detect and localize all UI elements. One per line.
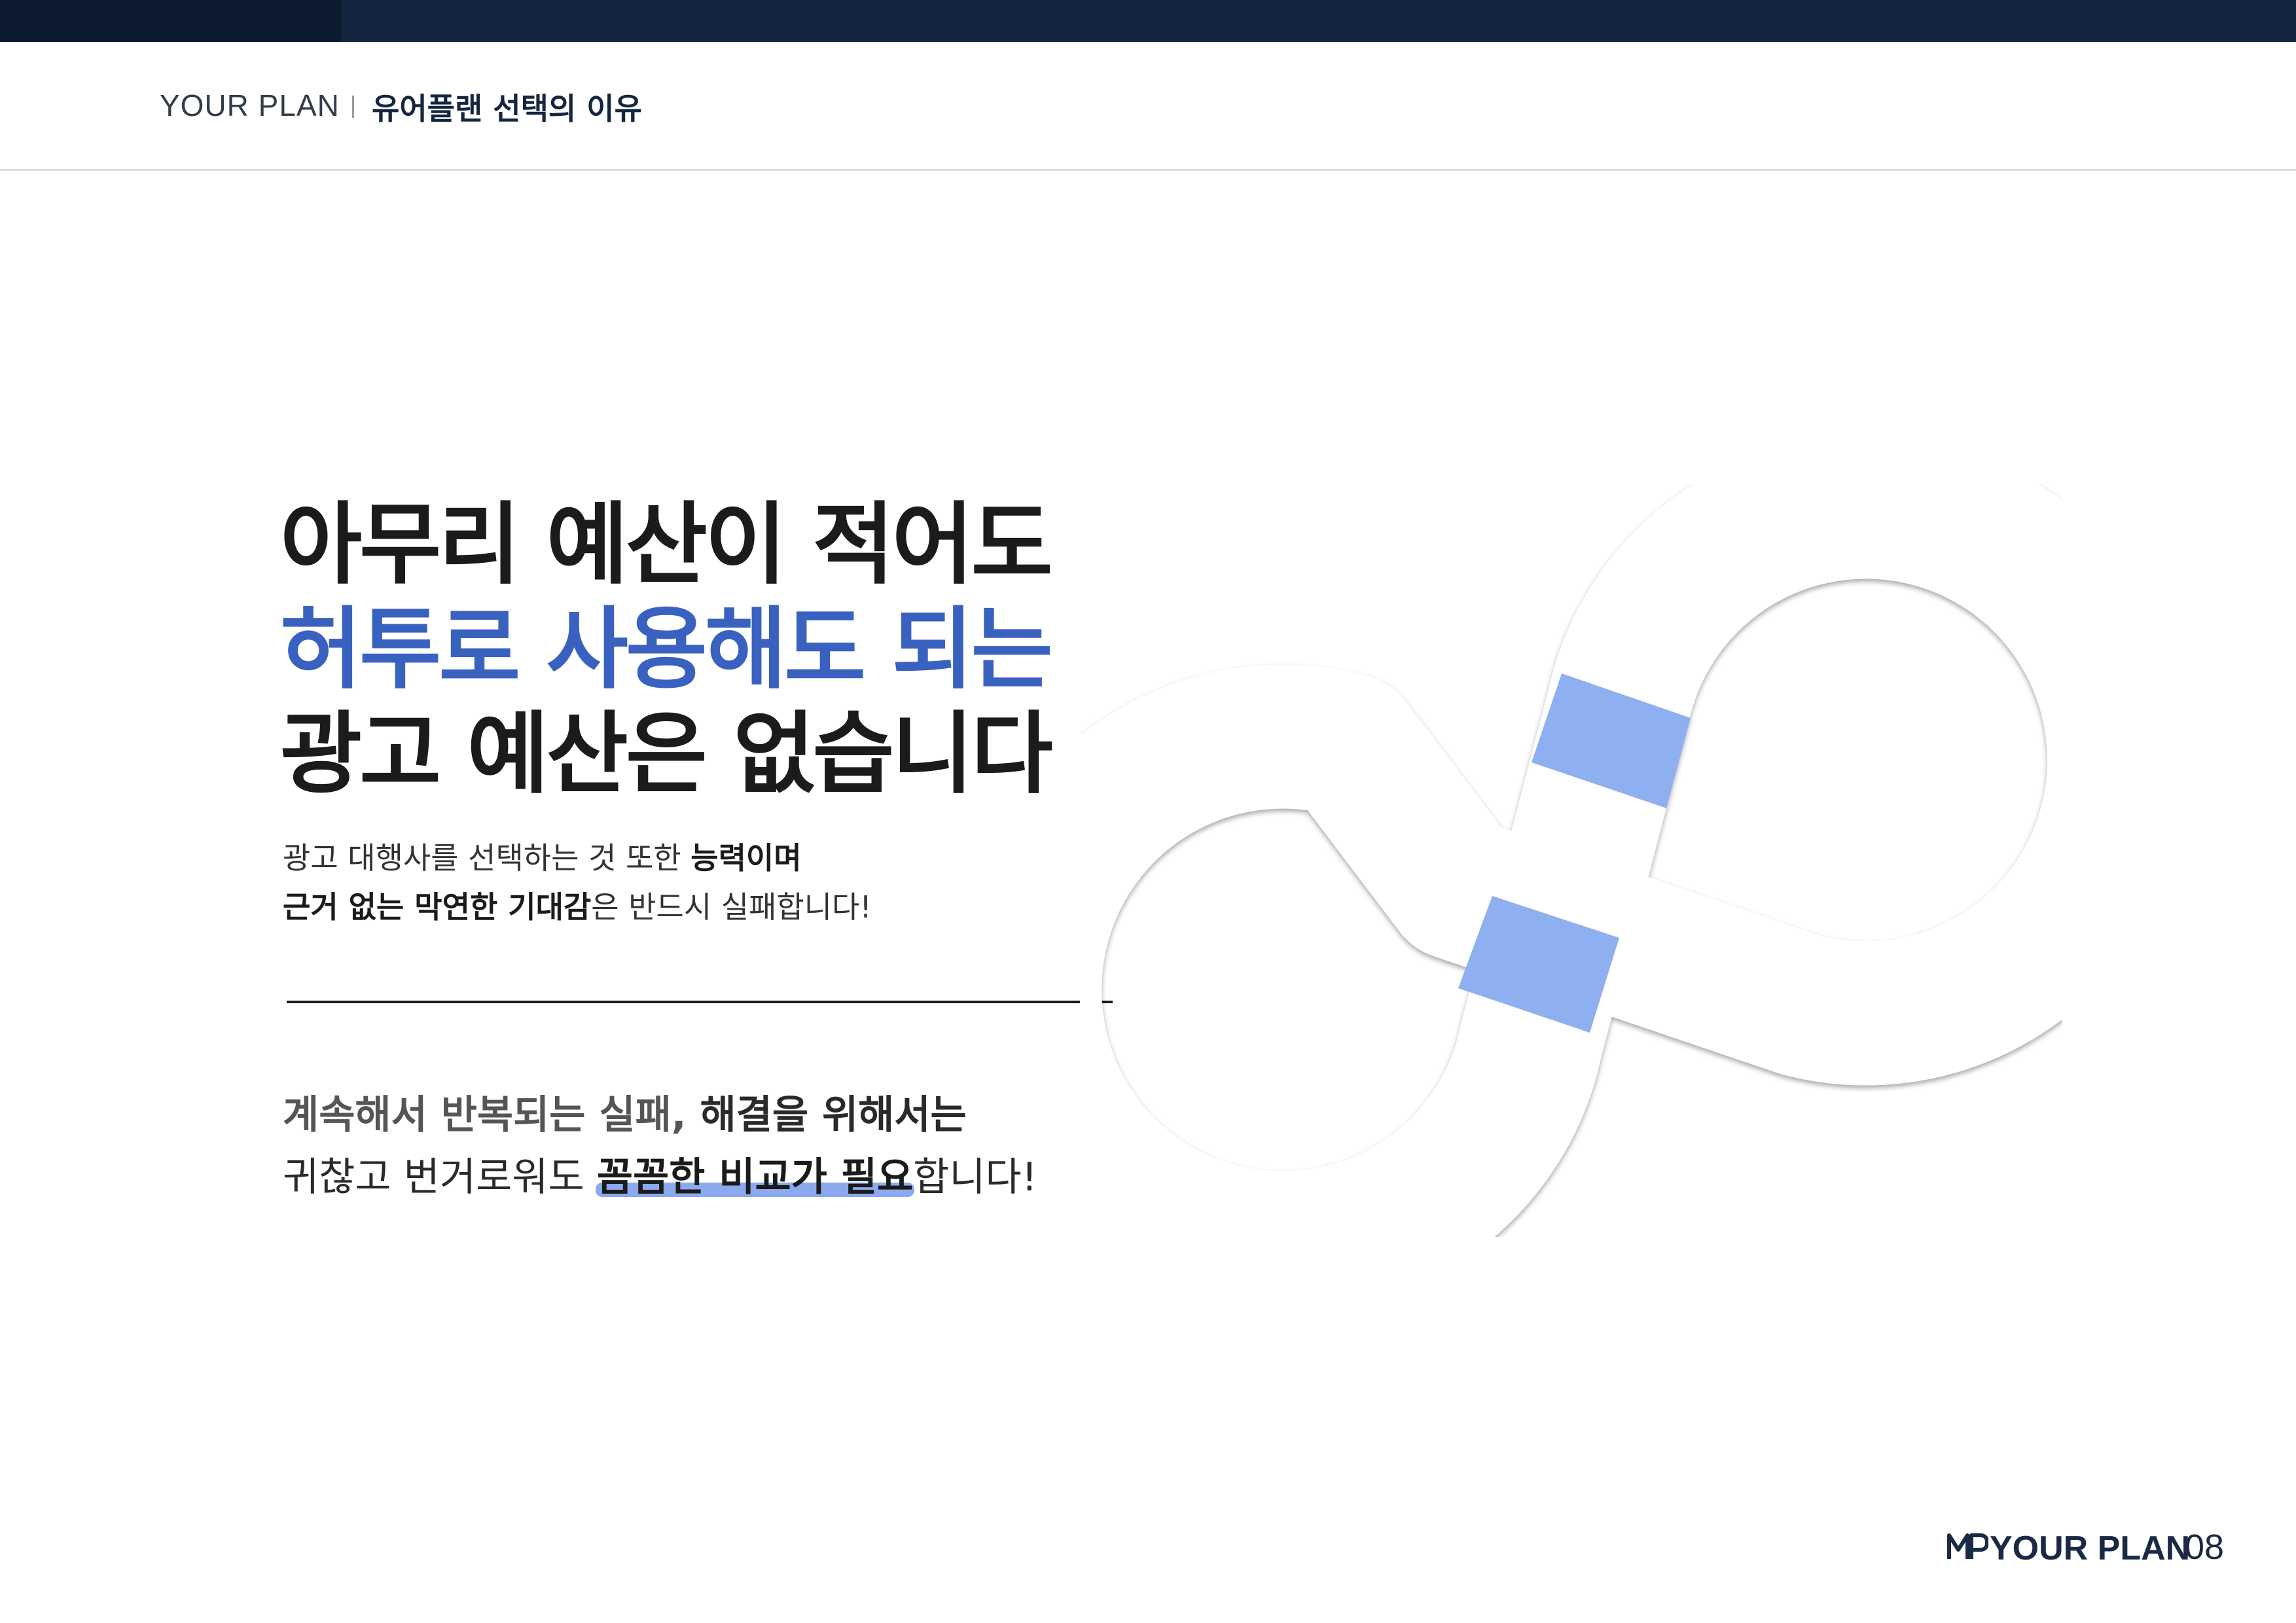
section-title: 유어플랜 선택의 이유 — [372, 91, 642, 126]
intro-emphasis: 근거 없는 막연한 기대감 — [283, 889, 592, 925]
statement-line-2: 귀찮고 번거로워도 꼼꼼한 비교가 필요합니다! — [283, 1145, 1037, 1202]
headline-line-1: 아무리 예산이 적어도 — [280, 493, 1053, 597]
statement-text: 귀찮고 번거로워도 — [283, 1154, 597, 1200]
headline-line-3: 광고 예산은 없습니다 — [280, 703, 1053, 806]
headline-line-2: 허투로 사용해도 되는 — [280, 598, 1053, 702]
intro-text: 광고 대행사를 선택하는 것 또한 — [283, 840, 691, 876]
top-bar-accent — [0, 0, 342, 42]
header-divider — [352, 96, 354, 118]
statement-highlight: 꼼꼼한 비교가 필요 — [595, 1145, 915, 1202]
intro-emphasis: 능력이며 — [691, 840, 802, 876]
statement-line-1: 계속해서 반복되는 실패, 해결을 위해서는 — [283, 1083, 967, 1140]
yourplan-logo-icon — [1947, 1533, 1988, 1559]
intro-line-1: 광고 대행사를 선택하는 것 또한 능력이며 — [283, 834, 802, 878]
intro-text: 은 반드시 실패합니다! — [591, 889, 872, 925]
infinity-band — [1080, 484, 2062, 1237]
top-bar — [0, 0, 2296, 42]
statement-text-dark: 해결을 위해서는 — [700, 1092, 967, 1138]
page-header — [0, 42, 2296, 171]
intro-line-2: 근거 없는 막연한 기대감은 반드시 실패합니다! — [283, 883, 872, 927]
horizontal-divider — [287, 1001, 1113, 1003]
footer-brand: YOUR PLAN — [1990, 1529, 2191, 1567]
statement-text-gray: 계속해서 반복되는 실패, — [283, 1092, 700, 1138]
infinity-graphic — [1080, 484, 2062, 1237]
statement-text: 합니다! — [913, 1154, 1037, 1200]
header-brand: YOUR PLAN — [160, 88, 340, 122]
page-number: 08 — [2185, 1527, 2225, 1567]
